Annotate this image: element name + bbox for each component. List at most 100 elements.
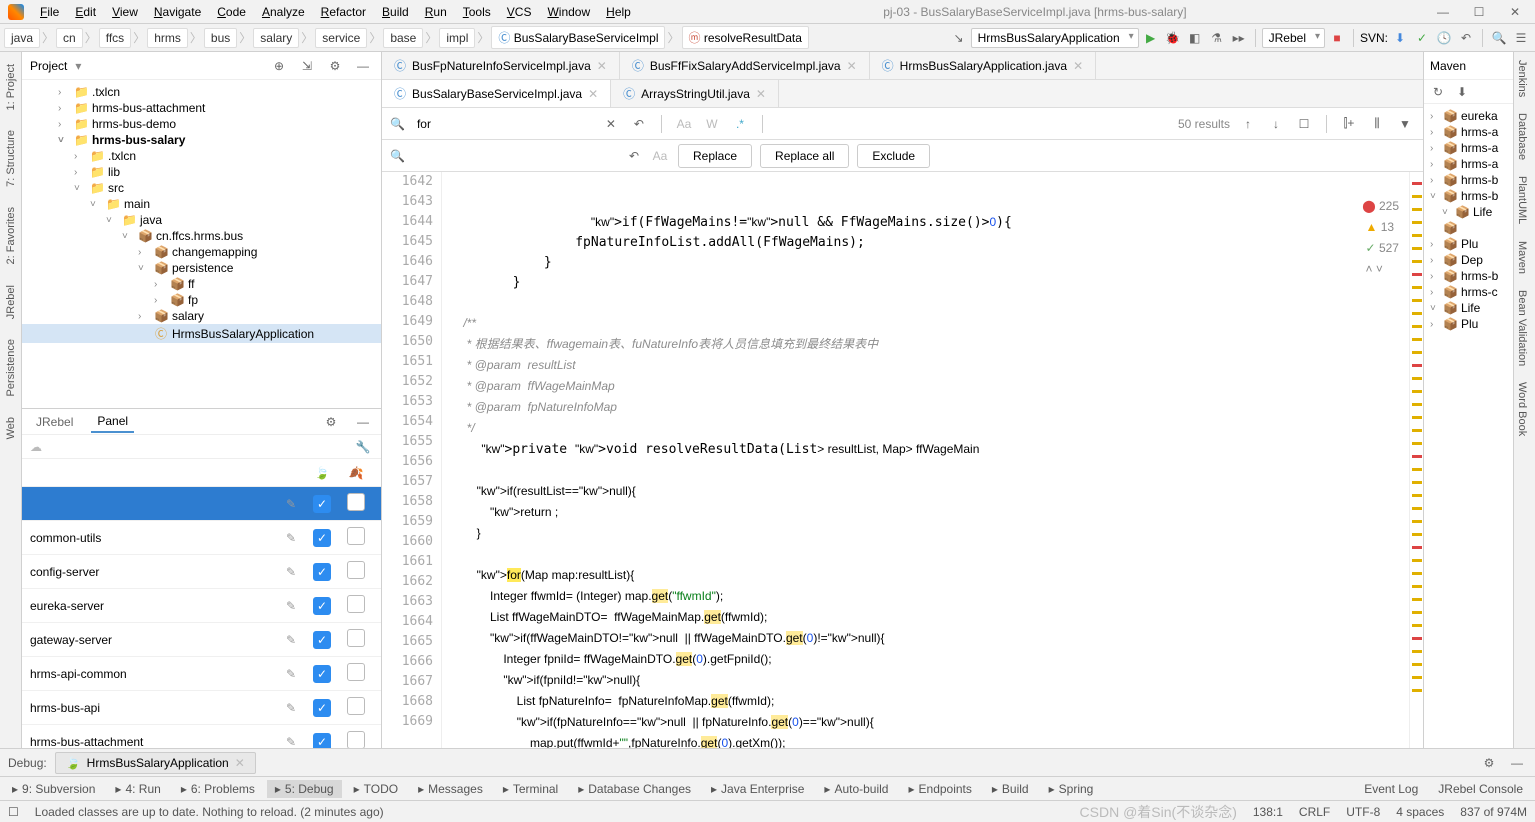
svn-commit-icon[interactable]: ✓	[1412, 28, 1432, 48]
cloud-icon[interactable]: ☁	[30, 440, 42, 454]
rail-wordbook[interactable]: Word Book	[1514, 374, 1530, 444]
prev-match-icon[interactable]: ↑	[1238, 117, 1258, 131]
bottom-tool[interactable]: ▸Endpoints	[900, 780, 979, 798]
editor-tab[interactable]: ⒸBusSalaryBaseServiceImpl.java✕	[382, 80, 611, 107]
rail-structure[interactable]: 7: Structure	[3, 122, 19, 195]
tree-item[interactable]: ›📁hrms-bus-demo	[22, 116, 381, 132]
tree-item[interactable]: ›📦salary	[22, 308, 381, 324]
crumb[interactable]: bus	[204, 28, 237, 48]
maven-item[interactable]: ›📦hrms-b	[1426, 172, 1511, 188]
tree-item[interactable]: ›📁hrms-bus-attachment	[22, 100, 381, 116]
jrebel-row[interactable]: hrms-api-common✎✓	[22, 657, 381, 691]
rail-project[interactable]: 1: Project	[3, 56, 19, 118]
tree-item[interactable]: ˅📁main	[22, 196, 381, 212]
bottom-tool[interactable]: Event Log	[1356, 780, 1426, 798]
bottom-tool[interactable]: ▸9: Subversion	[4, 780, 103, 798]
jrebel-combo[interactable]: JRebel	[1262, 28, 1325, 48]
tree-item[interactable]: ˅📁src	[22, 180, 381, 196]
reload-icon[interactable]: ↻	[1428, 82, 1448, 102]
menu-view[interactable]: View	[104, 3, 146, 21]
rail-web[interactable]: Web	[3, 409, 19, 447]
bottom-tool[interactable]: ▸Auto-build	[816, 780, 896, 798]
stop-icon[interactable]: ■	[1327, 28, 1347, 48]
inspections-widget[interactable]: ⬤ 225 ▲ 13 ✓ 527 ˄ ˅	[1330, 174, 1401, 302]
run-icon[interactable]: ▶	[1141, 28, 1161, 48]
word-icon[interactable]: W	[702, 114, 722, 134]
hide-icon[interactable]: —	[353, 412, 373, 432]
crumb[interactable]: cn	[56, 28, 83, 48]
vcs-arrow-icon[interactable]: ↘	[949, 28, 969, 48]
tree-item[interactable]: ⒸHrmsBusSalaryApplication	[22, 324, 381, 343]
maven-item[interactable]: 📦	[1426, 220, 1511, 236]
debug-icon[interactable]: 🐞	[1163, 28, 1183, 48]
select-opened-icon[interactable]: ⊕	[269, 56, 289, 76]
rail-beanvalidation[interactable]: Bean Validation	[1514, 282, 1530, 374]
crumb[interactable]: hrms	[147, 28, 188, 48]
replace-all-button[interactable]: Replace all	[760, 144, 849, 168]
tree-item[interactable]: ˅📦cn.ffcs.hrms.bus	[22, 228, 381, 244]
editor-tab[interactable]: ⒸHrmsBusSalaryApplication.java✕	[870, 52, 1096, 79]
jrebel-row[interactable]: config-server✎✓	[22, 555, 381, 589]
close-icon[interactable]: ✕	[1503, 5, 1527, 19]
tree-item[interactable]: ›📁.txlcn	[22, 84, 381, 100]
replace-button[interactable]: Replace	[678, 144, 752, 168]
jrebel-row[interactable]: gateway-server✎✓	[22, 623, 381, 657]
rail-database[interactable]: Database	[1514, 105, 1530, 168]
tree-item[interactable]: ›📦fp	[22, 292, 381, 308]
bottom-tool[interactable]: ▸4: Run	[107, 780, 168, 798]
editor-tab[interactable]: ⒸBusFpNatureInfoServiceImpl.java✕	[382, 52, 620, 79]
bottom-tool[interactable]: ▸Messages	[410, 780, 491, 798]
maven-item[interactable]: ›📦Plu	[1426, 316, 1511, 332]
tree-item[interactable]: ›📦ff	[22, 276, 381, 292]
minimize-icon[interactable]: —	[1431, 5, 1455, 19]
menu-code[interactable]: Code	[209, 3, 254, 21]
error-stripe[interactable]	[1409, 172, 1423, 748]
match-case-icon[interactable]: Aa	[674, 114, 694, 134]
maven-item[interactable]: ›📦hrms-b	[1426, 268, 1511, 284]
bottom-tool[interactable]: ▸TODO	[346, 780, 406, 798]
rail-persistence[interactable]: Persistence	[3, 331, 19, 404]
line-gutter[interactable]: 1642 1643 1644 1645 1646 1647 1648 1649 …	[382, 172, 442, 748]
jrebel-panel-tab[interactable]: Panel	[91, 411, 134, 433]
menu-run[interactable]: Run	[417, 3, 455, 21]
encoding[interactable]: UTF-8	[1346, 805, 1380, 819]
caret-pos[interactable]: 138:1	[1253, 805, 1283, 819]
code-editor[interactable]: ⬤ 225 ▲ 13 ✓ 527 ˄ ˅ "kw">if(FfWageMains…	[442, 172, 1409, 748]
editor-tab[interactable]: ⒸArraysStringUtil.java✕	[611, 80, 779, 107]
crumb[interactable]: java	[4, 28, 40, 48]
coverage-icon[interactable]: ◧	[1185, 28, 1205, 48]
crumb[interactable]: ffcs	[99, 28, 131, 48]
svn-history-icon[interactable]: 🕓	[1434, 28, 1454, 48]
bottom-tool[interactable]: ▸Spring	[1041, 780, 1102, 798]
jrebel-table[interactable]: ✎✓common-utils✎✓config-server✎✓eureka-se…	[22, 487, 381, 748]
structure-icon[interactable]: ☰	[1511, 28, 1531, 48]
dropdown-icon[interactable]: ▾	[75, 59, 81, 73]
jrebel-row[interactable]: hrms-bus-attachment✎✓	[22, 725, 381, 748]
history-icon[interactable]: ↶	[624, 146, 644, 166]
jrebel-row[interactable]: hrms-bus-api✎✓	[22, 691, 381, 725]
crumb[interactable]: service	[315, 28, 367, 48]
svn-update-icon[interactable]: ⬇	[1390, 28, 1410, 48]
menu-file[interactable]: File	[32, 3, 67, 21]
tree-item[interactable]: ˅📦persistence	[22, 260, 381, 276]
maven-item[interactable]: ›📦hrms-a	[1426, 124, 1511, 140]
regex-icon[interactable]: .*	[730, 114, 750, 134]
gear-icon[interactable]: ⚙	[1479, 753, 1499, 773]
close-icon[interactable]: ✕	[235, 756, 245, 770]
crumb[interactable]: Ⓒ BusSalaryBaseServiceImpl	[491, 26, 665, 49]
maven-item[interactable]: ˅📦Life	[1426, 300, 1511, 316]
line-sep[interactable]: CRLF	[1299, 805, 1330, 819]
rail-favorites[interactable]: 2: Favorites	[3, 199, 19, 272]
project-tree[interactable]: ›📁.txlcn›📁hrms-bus-attachment›📁hrms-bus-…	[22, 80, 381, 408]
svn-revert-icon[interactable]: ↶	[1456, 28, 1476, 48]
bottom-tool[interactable]: ▸Terminal	[495, 780, 566, 798]
exclude-button[interactable]: Exclude	[857, 144, 930, 168]
expand-icon[interactable]: ⇲	[297, 56, 317, 76]
wrench-icon[interactable]: 🔧	[353, 437, 373, 457]
menu-tools[interactable]: Tools	[455, 3, 499, 21]
menu-window[interactable]: Window	[539, 3, 598, 21]
maven-item[interactable]: ›📦hrms-a	[1426, 156, 1511, 172]
clear-icon[interactable]: ✕	[601, 114, 621, 134]
toggle-icon[interactable]: ⫼	[1367, 116, 1387, 131]
hide-icon[interactable]: —	[1507, 753, 1527, 773]
